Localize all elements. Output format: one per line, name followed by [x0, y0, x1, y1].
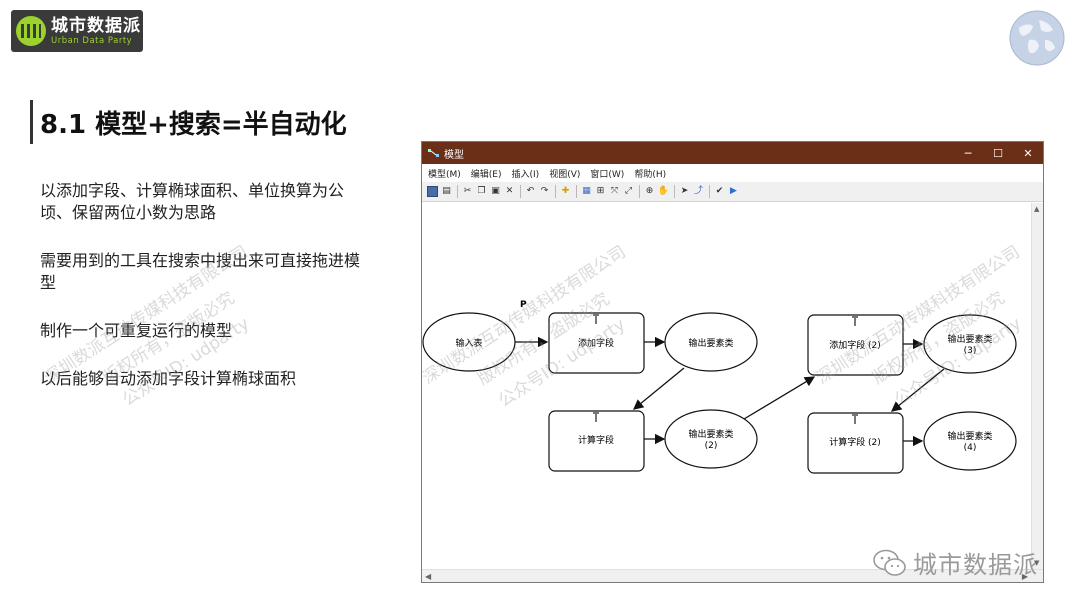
node-number: (3): [964, 346, 977, 356]
toolbar: ▤ ✂ ❐ ▣ ✕ ↶ ↷ ✚ ▦ ⊞ ⤧ ⤢ ⊕ ✋ ➤ ⤴ ✔ ▶: [422, 182, 1043, 202]
model-canvas[interactable]: P 输入表 添加字段 输出要素类 计算字段 输出要素类 (2) 添加字段 (2)…: [422, 203, 1031, 569]
model-node-output-3[interactable]: 输出要素类 (3): [923, 314, 1017, 374]
model-node-calculate-field[interactable]: 计算字段: [548, 410, 645, 472]
model-node-input[interactable]: 输入表: [422, 312, 516, 372]
close-button[interactable]: ✕: [1013, 147, 1043, 160]
model-node-add-field[interactable]: 添加字段: [548, 312, 645, 374]
model-builder-window: 模型 ─ ☐ ✕ 模型(M) 编辑(E) 插入(I) 视图(V) 窗口(W) 帮…: [421, 141, 1044, 583]
menu-view[interactable]: 视图(V): [549, 167, 580, 180]
menu-insert[interactable]: 插入(I): [512, 167, 540, 180]
cut-icon[interactable]: ✂: [462, 186, 473, 197]
node-label: 输出要素类: [947, 333, 992, 345]
node-label: 计算字段: [578, 434, 614, 446]
bullet-list: 以添加字段、计算椭球面积、单位换算为公顷、保留两位小数为思路 需要用到的工具在搜…: [40, 180, 370, 416]
model-node-calculate-field-2[interactable]: 计算字段 (2): [807, 412, 904, 474]
node-label: 添加字段 (2): [829, 339, 881, 351]
connect-icon[interactable]: ⤴: [693, 186, 704, 197]
redo-icon[interactable]: ↷: [539, 186, 550, 197]
node-label: 添加字段: [578, 337, 614, 349]
menu-help[interactable]: 帮助(H): [634, 167, 666, 180]
logo-mark-icon: [16, 16, 46, 46]
model-node-output-4[interactable]: 输出要素类 (4): [923, 411, 1017, 471]
scroll-up-icon[interactable]: ▲: [1034, 205, 1039, 213]
delete-icon[interactable]: ✕: [504, 186, 515, 197]
bullet-item: 以后能够自动添加字段计算椭球面积: [40, 369, 297, 388]
full-extent-icon[interactable]: ⊞: [595, 186, 606, 197]
title-accent-bar: [30, 100, 33, 144]
wechat-icon: [873, 549, 906, 576]
node-number: (2): [705, 441, 718, 451]
model-node-add-field-2[interactable]: 添加字段 (2): [807, 314, 904, 376]
logo-en-text: Urban Data Party: [51, 36, 133, 46]
menu-window[interactable]: 窗口(W): [590, 167, 624, 180]
menu-model[interactable]: 模型(M): [428, 167, 461, 180]
save-icon[interactable]: [427, 186, 438, 197]
pan-icon[interactable]: ✋: [658, 186, 669, 197]
node-label: 输出要素类: [688, 428, 733, 440]
maximize-button[interactable]: ☐: [983, 147, 1013, 160]
brand-logo: 城市数据派 Urban Data Party: [11, 10, 143, 52]
window-titlebar[interactable]: 模型 ─ ☐ ✕: [422, 142, 1043, 164]
bullet-item: 需要用到的工具在搜索中搜出来可直接拖进模型: [40, 251, 361, 292]
footer-brand: 城市数据派: [873, 545, 1038, 580]
fixed-zoom-in-icon[interactable]: ⤧: [609, 186, 620, 197]
connector: [632, 367, 685, 410]
window-title: 模型: [444, 149, 464, 161]
node-label: 输入表: [455, 337, 482, 349]
cursor-label: P: [520, 300, 527, 310]
logo-cn-text: 城市数据派: [51, 16, 141, 36]
bullet-item: 制作一个可重复运行的模型: [40, 321, 233, 340]
model-app-icon: [428, 148, 440, 158]
fixed-zoom-out-icon[interactable]: ⤢: [623, 186, 634, 197]
scroll-left-icon[interactable]: ◀: [425, 572, 431, 581]
auto-layout-icon[interactable]: ▦: [581, 186, 592, 197]
copy-icon[interactable]: ❐: [476, 186, 487, 197]
globe-icon: [1009, 10, 1065, 66]
page-title: 8.1 模型+搜索=半自动化: [40, 110, 347, 140]
node-label: 输出要素类: [947, 430, 992, 442]
run-icon[interactable]: ▶: [728, 186, 739, 197]
menu-bar: 模型(M) 编辑(E) 插入(I) 视图(V) 窗口(W) 帮助(H): [422, 164, 1043, 182]
select-arrow-icon[interactable]: ➤: [679, 186, 690, 197]
undo-icon[interactable]: ↶: [525, 186, 536, 197]
model-node-output[interactable]: 输出要素类: [664, 312, 758, 372]
vertical-scrollbar[interactable]: ▲ ▼: [1031, 203, 1043, 569]
footer-brand-text: 城市数据派: [913, 551, 1038, 579]
print-icon[interactable]: ▤: [441, 186, 452, 197]
bullet-item: 以添加字段、计算椭球面积、单位换算为公顷、保留两位小数为思路: [40, 181, 345, 222]
connector: [743, 376, 816, 420]
zoom-in-icon[interactable]: ⊕: [644, 186, 655, 197]
validate-icon[interactable]: ✔: [714, 186, 725, 197]
paste-icon[interactable]: ▣: [490, 186, 501, 197]
menu-edit[interactable]: 编辑(E): [471, 167, 502, 180]
add-data-icon[interactable]: ✚: [560, 186, 571, 197]
model-node-output-2[interactable]: 输出要素类 (2): [664, 409, 758, 469]
node-label: 计算字段 (2): [829, 436, 881, 448]
node-label: 输出要素类: [688, 337, 733, 349]
node-number: (4): [964, 443, 977, 453]
connector: [890, 368, 945, 412]
minimize-button[interactable]: ─: [953, 147, 983, 160]
